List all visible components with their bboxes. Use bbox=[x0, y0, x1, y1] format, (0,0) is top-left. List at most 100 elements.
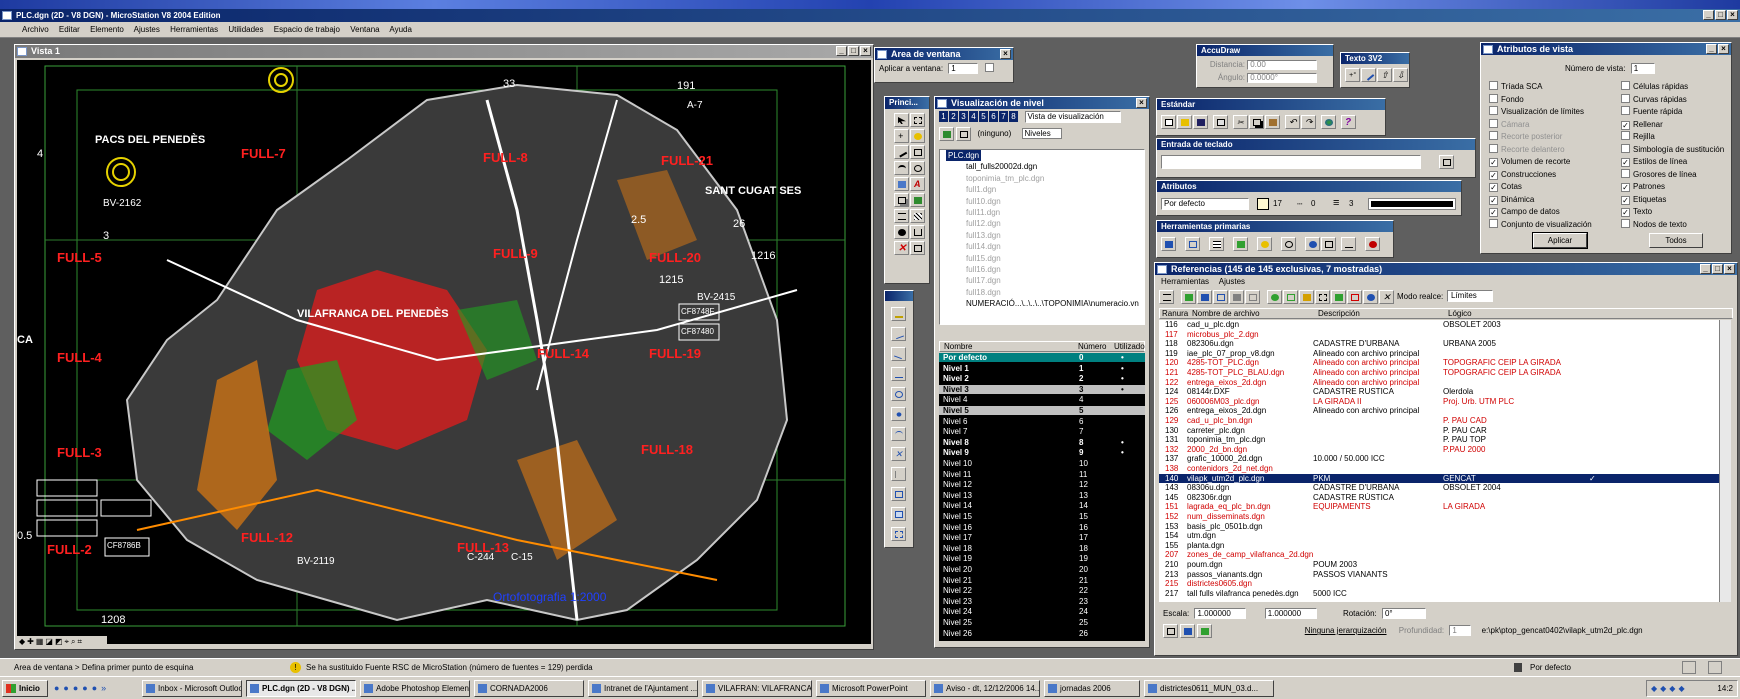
level-row[interactable]: Nivel 23 23 bbox=[939, 597, 1145, 606]
text-edit-icon[interactable]: +° bbox=[1345, 68, 1360, 82]
reference-row[interactable]: 207 zones_de_camp_vilafranca_2d.dgn bbox=[1159, 550, 1719, 560]
cut-icon[interactable]: ✂ bbox=[1233, 115, 1248, 129]
reference-row[interactable]: 117 microbus_plc_2.dgn bbox=[1159, 330, 1719, 340]
view-attribute-option[interactable]: Tríada SCA bbox=[1489, 81, 1613, 94]
primary-tool-8[interactable] bbox=[1321, 237, 1336, 251]
area-ventana-close-button[interactable]: × bbox=[1000, 49, 1011, 59]
view-number-7[interactable]: 7 bbox=[999, 111, 1008, 122]
checkbox[interactable] bbox=[1489, 81, 1498, 90]
status-box-2[interactable] bbox=[1708, 661, 1722, 674]
tray-icons[interactable]: ◆◆◆◆ bbox=[1651, 681, 1688, 696]
reference-row[interactable]: 129 cad_u_plc_bn.dgn P. PAU CAD bbox=[1159, 416, 1719, 426]
taskbar-item-microstation[interactable]: PLC.dgn (2D - V8 DGN) ... bbox=[246, 680, 356, 697]
tree-item[interactable]: full12.dgn bbox=[946, 218, 1144, 229]
nesting-select[interactable]: Ninguna jerarquización bbox=[1305, 626, 1387, 635]
tree-item[interactable]: full13.dgn bbox=[946, 230, 1144, 241]
checkbox[interactable] bbox=[1489, 218, 1498, 228]
edit-tool-1[interactable] bbox=[891, 307, 906, 321]
hierarchy-tool[interactable] bbox=[910, 225, 925, 239]
group-tool[interactable] bbox=[894, 225, 909, 239]
tree-item[interactable]: full18.dgn bbox=[946, 287, 1144, 298]
niveles-select[interactable]: Niveles bbox=[1021, 128, 1062, 140]
maximize-button[interactable]: □ bbox=[1715, 10, 1726, 20]
ref-copy-icon[interactable] bbox=[1245, 290, 1260, 304]
text-place-icon[interactable] bbox=[1361, 68, 1376, 82]
ref-attach-icon[interactable] bbox=[1181, 290, 1196, 304]
edit-tool-8[interactable]: ✕ bbox=[891, 447, 906, 461]
info-icon[interactable] bbox=[1305, 237, 1320, 251]
level-row[interactable]: Nivel 15 15 bbox=[939, 512, 1145, 521]
checkbox[interactable]: ✓ bbox=[1621, 120, 1630, 130]
view-attributes-minimize[interactable]: _ bbox=[1706, 44, 1717, 54]
reference-row[interactable]: 154 utm.dgn bbox=[1159, 531, 1719, 541]
primary-tool-4[interactable] bbox=[1233, 237, 1248, 251]
menu-utilidades[interactable]: Utilidades bbox=[228, 25, 263, 34]
menu-ayuda[interactable]: Ayuda bbox=[389, 25, 412, 34]
edit-tool-4[interactable] bbox=[891, 367, 906, 381]
checkbox[interactable]: ✓ bbox=[1489, 195, 1498, 205]
level-row[interactable]: Nivel 24 24 bbox=[939, 607, 1145, 616]
line-weight-icon[interactable]: ≡ bbox=[1333, 197, 1339, 209]
menu-espacio-trabajo[interactable]: Espacio de trabajo bbox=[274, 25, 340, 34]
primary-tool-9[interactable] bbox=[1341, 237, 1356, 251]
view-number-6[interactable]: 6 bbox=[989, 111, 998, 122]
view-attribute-option[interactable]: Simbología de sustitución bbox=[1621, 143, 1731, 157]
view-number-4[interactable]: 4 bbox=[969, 111, 978, 122]
reference-row[interactable]: 131 toponimia_tm_plc.dgn P. PAU TOP bbox=[1159, 435, 1719, 445]
reference-row[interactable]: 121 4285-TOT_PLC_BLAU.dgn Alineado con arc… bbox=[1159, 368, 1719, 378]
level-row[interactable]: Nivel 10 10 bbox=[939, 459, 1145, 468]
level-row[interactable]: Nivel 3 3 • bbox=[939, 384, 1145, 395]
tree-item[interactable]: full14.dgn bbox=[946, 241, 1144, 252]
references-maximize[interactable]: □ bbox=[1712, 264, 1723, 274]
measure-tool[interactable] bbox=[910, 129, 925, 143]
level-row[interactable]: Nivel 12 12 bbox=[939, 480, 1145, 489]
taskbar-item-photoshop[interactable]: Adobe Photoshop Elements bbox=[360, 680, 470, 697]
save-icon[interactable] bbox=[1193, 115, 1208, 129]
view-attribute-option[interactable]: ✓ Construcciones bbox=[1489, 169, 1613, 182]
level-row[interactable]: Nivel 18 18 bbox=[939, 544, 1145, 553]
view-attributes-close[interactable]: × bbox=[1718, 44, 1729, 54]
edit-tool-2[interactable] bbox=[891, 327, 906, 341]
col-ranura[interactable]: Ranura bbox=[1162, 309, 1188, 319]
ref-reload-icon[interactable] bbox=[1213, 290, 1228, 304]
checkbox[interactable] bbox=[1489, 143, 1498, 153]
checkbox[interactable]: ✓ bbox=[1489, 208, 1498, 217]
reference-row[interactable]: 215 districtes0605.dgn bbox=[1159, 579, 1719, 589]
reference-row[interactable]: 217 tall fulls vilafranca penedès.dgn 5000… bbox=[1159, 589, 1719, 599]
level-row[interactable]: Nivel 1 1 • bbox=[939, 364, 1145, 373]
delete-tool[interactable]: ✕ bbox=[894, 241, 909, 255]
tree-item[interactable]: full16.dgn bbox=[946, 264, 1144, 275]
ref-close-icon[interactable]: ✕ bbox=[1379, 290, 1394, 304]
edit-tool-7[interactable] bbox=[891, 427, 906, 441]
all-button[interactable]: Todos bbox=[1649, 233, 1703, 248]
view-attribute-option[interactable]: Curvas rápidas bbox=[1621, 93, 1731, 107]
level-row[interactable]: Nivel 25 25 bbox=[939, 618, 1145, 627]
view-attribute-option[interactable]: ✓ Etiquetas bbox=[1621, 194, 1731, 207]
tree-item[interactable]: full17.dgn bbox=[946, 275, 1144, 286]
undo-icon[interactable]: ↶ bbox=[1285, 115, 1300, 129]
view-attribute-option[interactable]: Conjunto de visualización bbox=[1489, 218, 1613, 232]
tree-item-root[interactable]: PLC.dgn bbox=[946, 150, 982, 162]
highlight-mode-select[interactable]: Límites bbox=[1447, 290, 1493, 302]
ref-delete-clip-icon[interactable] bbox=[1347, 290, 1362, 304]
col-logico[interactable]: Lógico bbox=[1448, 309, 1472, 319]
view-attribute-option[interactable]: Cámara bbox=[1489, 118, 1613, 132]
copy-tool[interactable] bbox=[894, 193, 909, 207]
col-utilizado[interactable]: Utilizado bbox=[1114, 342, 1145, 352]
dimension-tool[interactable] bbox=[894, 209, 909, 223]
level-row[interactable]: Nivel 14 14 bbox=[939, 501, 1145, 510]
taskbar-item-cornada[interactable]: CORNADA2006 bbox=[474, 680, 584, 697]
display-mode-select[interactable]: Vista de visualización bbox=[1024, 111, 1121, 123]
taskbar-item-intranet[interactable]: Intranet de l'Ajuntament ... bbox=[588, 680, 698, 697]
view-attribute-option[interactable]: ✓ Estilos de línea bbox=[1621, 156, 1731, 169]
view-close-button[interactable]: × bbox=[860, 46, 871, 56]
level-row[interactable]: Por defecto 0 • bbox=[939, 353, 1145, 363]
col-nombre[interactable]: Nombre bbox=[944, 342, 972, 352]
reference-row[interactable]: 116 cad_u_plc.dgn OBSOLET 2003 bbox=[1159, 320, 1719, 330]
checkbox[interactable]: ✓ bbox=[1489, 158, 1498, 167]
arrow-up-icon[interactable]: ⇧ bbox=[1377, 68, 1392, 82]
reference-row[interactable]: 130 carreter_plc.dgn P. PAU CAR bbox=[1159, 426, 1719, 436]
globe-icon[interactable] bbox=[1321, 115, 1336, 129]
reference-row[interactable]: 213 passos_vianants.dgn PASSOS VIANANTS bbox=[1159, 570, 1719, 580]
view-attribute-option[interactable]: Fuente rápida bbox=[1621, 106, 1731, 119]
